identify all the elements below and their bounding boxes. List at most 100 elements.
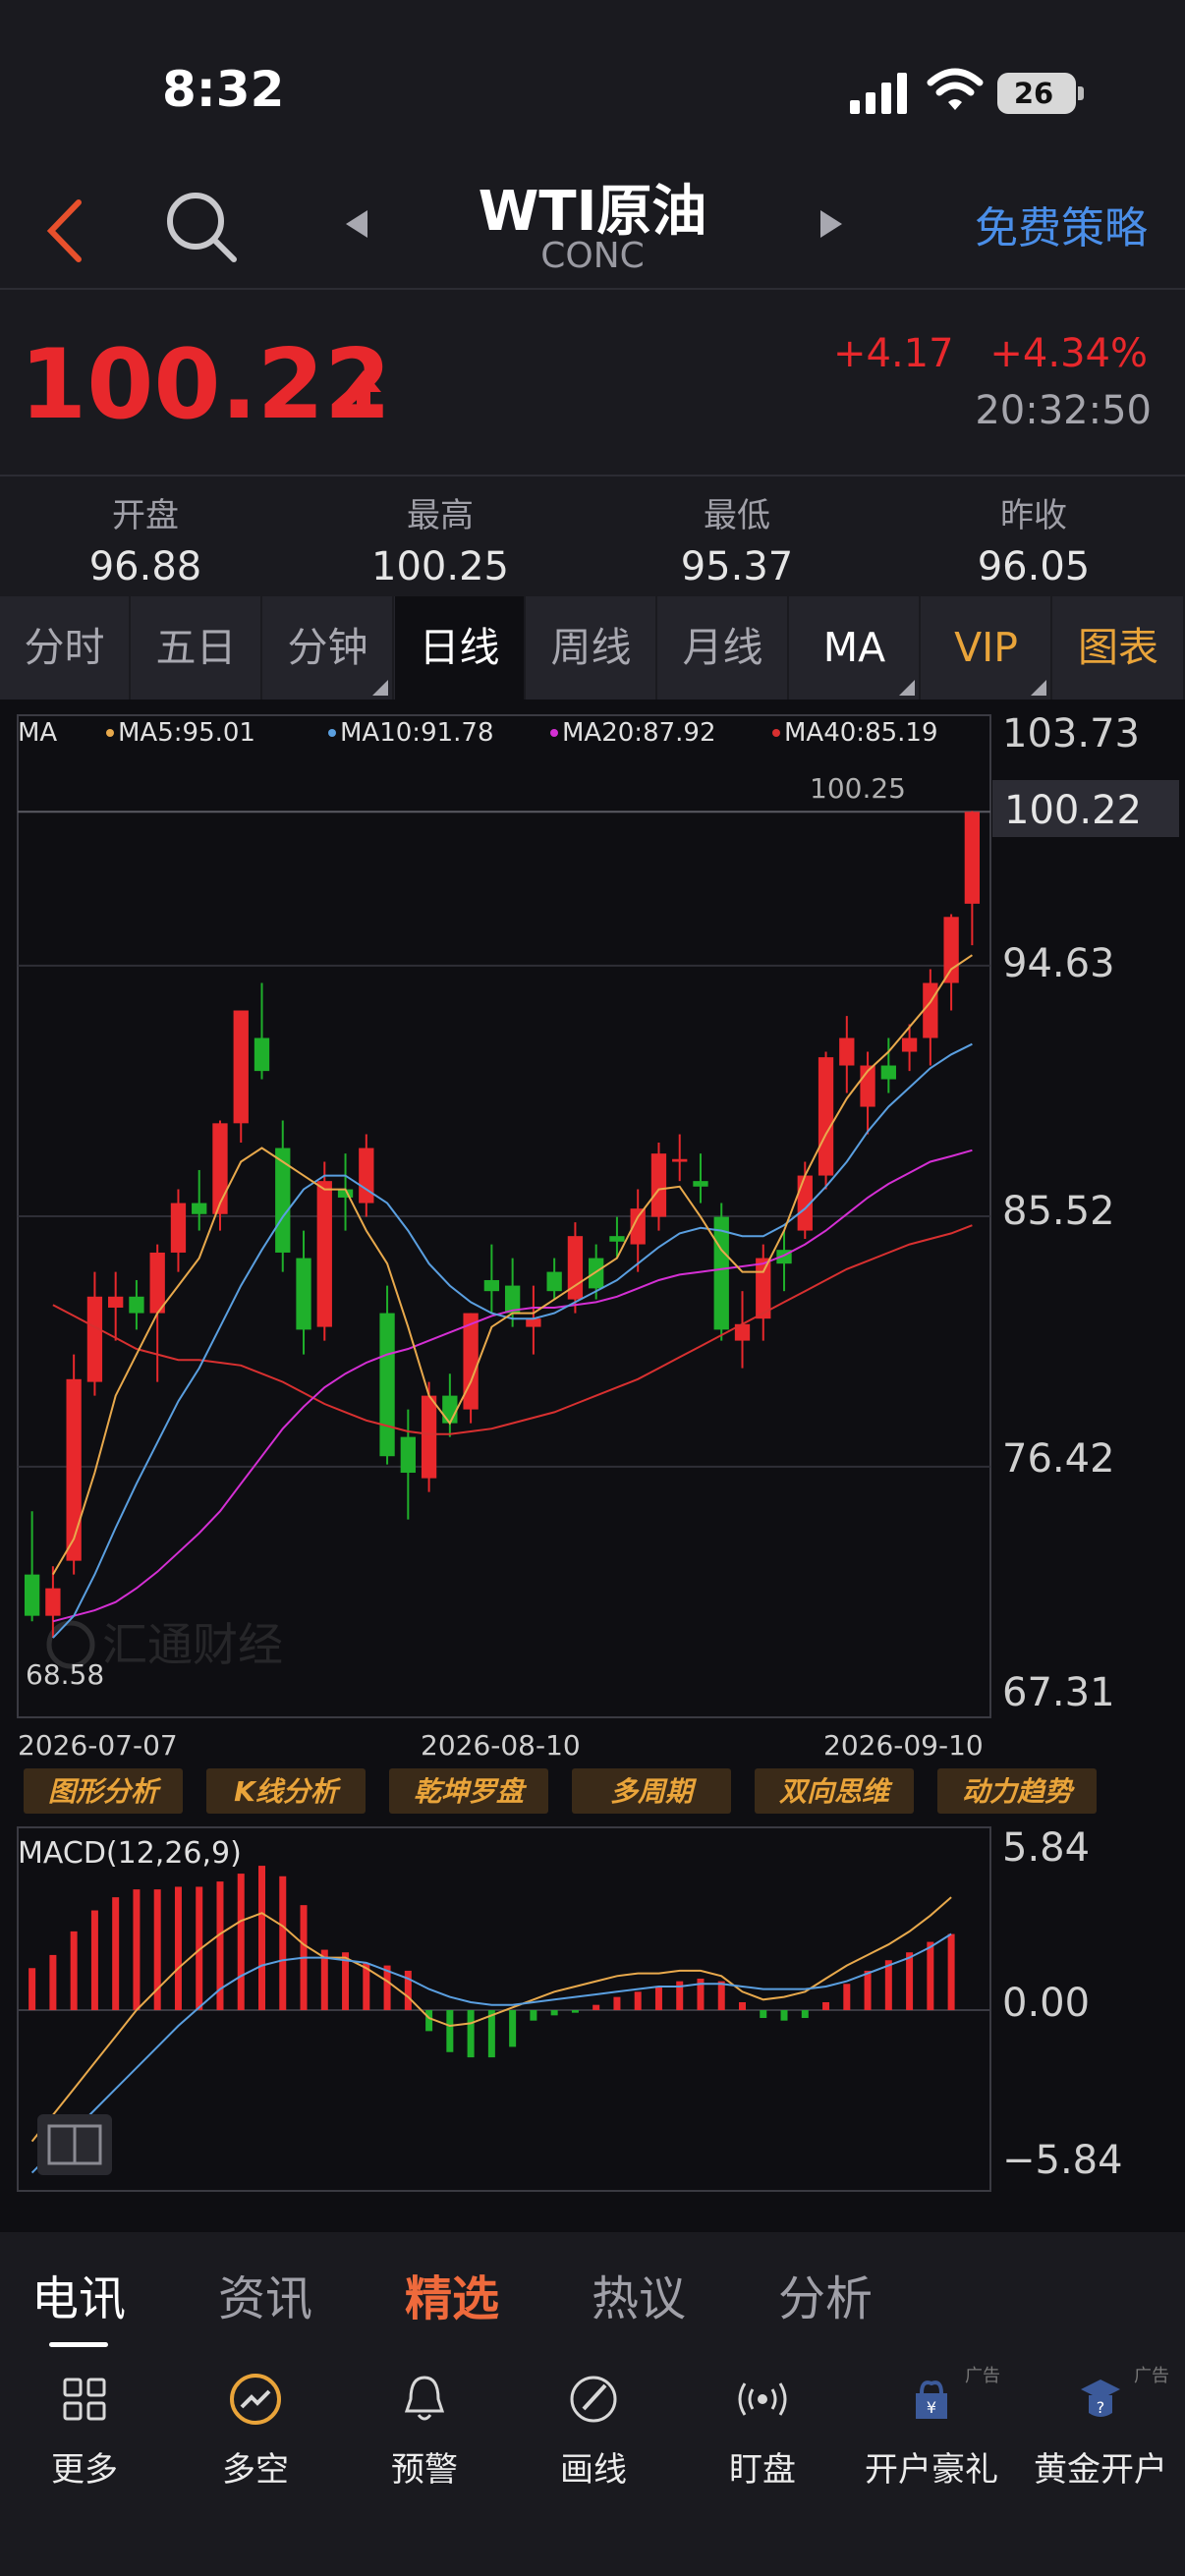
tab-news[interactable]: 资讯 bbox=[218, 2260, 312, 2328]
analysis-button-multi-period[interactable]: 多周期 bbox=[610, 1775, 698, 1808]
macd-histogram-bar bbox=[425, 2010, 433, 2032]
battery-level: 26 bbox=[1013, 77, 1054, 110]
macd-histogram-bar bbox=[279, 1876, 287, 2010]
tab-ma[interactable]: MA bbox=[790, 596, 921, 700]
tool-account-gift[interactable]: 广告 ¥ 开户豪礼 bbox=[853, 2366, 1010, 2491]
analysis-button-kline[interactable]: K线分析 bbox=[234, 1775, 342, 1808]
ma40-legend: MA40:85.19 bbox=[784, 718, 938, 748]
candle-body bbox=[86, 1296, 103, 1382]
stat-value: 96.05 bbox=[977, 544, 1091, 589]
macd-axis-label: 0.00 bbox=[1002, 1981, 1090, 2026]
tool-label: 黄金开户 bbox=[1034, 2450, 1167, 2490]
tab-monthly[interactable]: 月线 bbox=[658, 596, 789, 700]
candle-body bbox=[964, 812, 981, 904]
macd-histogram-bar bbox=[467, 2010, 475, 2058]
tab-label: 分钟 bbox=[287, 624, 368, 671]
fullscreen-toggle-icon[interactable] bbox=[37, 2114, 112, 2175]
macd-histogram-bar bbox=[760, 2010, 767, 2019]
tab-minute[interactable]: 分钟 bbox=[263, 596, 394, 700]
macd-histogram-bar bbox=[654, 1986, 662, 2010]
analysis-button-two-way[interactable]: 双向思维 bbox=[779, 1775, 893, 1808]
candle-body bbox=[233, 1010, 249, 1124]
tool-gold-account[interactable]: 广告 ? 黄金开户 bbox=[1022, 2366, 1179, 2491]
macd-histogram-bar bbox=[739, 2001, 746, 2010]
macd-axis-label: −5.84 bbox=[1002, 2138, 1123, 2183]
tab-featured[interactable]: 精选 bbox=[405, 2260, 499, 2328]
tab-analysis[interactable]: 分析 bbox=[778, 2260, 873, 2328]
tab-discussion[interactable]: 热议 bbox=[592, 2260, 686, 2328]
candle-body bbox=[650, 1153, 667, 1217]
next-instrument-icon[interactable] bbox=[811, 204, 850, 244]
daily-stats: 开盘 96.88 最高 100.25 最低 95.37 昨收 96.05 bbox=[0, 478, 1185, 594]
ma20-legend: MA20:87.92 bbox=[562, 718, 716, 748]
tool-more[interactable]: 更多 bbox=[6, 2370, 163, 2491]
high-price-label: 100.25 bbox=[810, 772, 906, 805]
top-nav: WTI原油 CONC 免费策略 bbox=[0, 167, 1185, 290]
candle-body bbox=[463, 1313, 479, 1410]
candle-body bbox=[45, 1588, 61, 1616]
instrument-title: WTI原油 bbox=[478, 180, 707, 244]
back-icon[interactable] bbox=[41, 196, 90, 265]
price-axis-label: 67.31 bbox=[1002, 1670, 1115, 1715]
gold-account-icon: ? bbox=[1081, 2380, 1120, 2417]
tab-telegraph[interactable]: 电讯 bbox=[31, 2260, 126, 2328]
candle-body bbox=[24, 1574, 40, 1616]
candle-body bbox=[254, 1037, 270, 1072]
tab-vip[interactable]: VIP bbox=[922, 596, 1052, 700]
candle-body bbox=[880, 1065, 896, 1080]
tool-long-short[interactable]: 多空 bbox=[177, 2370, 334, 2491]
tool-draw-line[interactable]: 画线 bbox=[515, 2370, 672, 2491]
stat-value: 95.37 bbox=[680, 544, 794, 589]
date-label: 2026-09-10 bbox=[823, 1729, 984, 1762]
tab-five-day[interactable]: 五日 bbox=[132, 596, 262, 700]
macd-histogram-bar bbox=[717, 1981, 725, 2010]
cellular-signal-icon bbox=[850, 73, 907, 114]
grid-lines bbox=[18, 811, 990, 1468]
broadcast-icon bbox=[738, 2382, 787, 2416]
tool-label: 盯盘 bbox=[729, 2450, 796, 2490]
macd-histogram-bar bbox=[613, 1996, 621, 2010]
quote-time: 20:32:50 bbox=[975, 388, 1152, 433]
analysis-buttons: 图形分析 K线分析 乾坤罗盘 多周期 双向思维 动力趋势 bbox=[24, 1768, 1097, 1814]
tab-weekly[interactable]: 周线 bbox=[527, 596, 657, 700]
candlestick-chart[interactable]: 汇通财经 MA MA5:95.01 MA10:91.78 MA20:87.92 … bbox=[0, 700, 1185, 2232]
free-strategy-link[interactable]: 免费策略 bbox=[975, 193, 1148, 255]
tab-daily[interactable]: 日线 bbox=[395, 596, 526, 700]
dropdown-corner-icon bbox=[1031, 680, 1046, 696]
macd-histogram-bar bbox=[927, 1941, 934, 2010]
price-axis-label: 94.63 bbox=[1002, 941, 1115, 986]
analysis-button-pattern[interactable]: 图形分析 bbox=[48, 1775, 162, 1808]
tool-alert[interactable]: 预警 bbox=[346, 2370, 503, 2491]
analysis-button-compass[interactable]: 乾坤罗盘 bbox=[414, 1775, 528, 1808]
tab-label: MA bbox=[822, 624, 886, 671]
analysis-button-momentum[interactable]: 动力趋势 bbox=[962, 1775, 1075, 1808]
candle-body bbox=[546, 1271, 562, 1292]
candle-body bbox=[129, 1296, 144, 1314]
macd-histogram-bar bbox=[864, 1970, 872, 2010]
tool-label: 多空 bbox=[222, 2450, 289, 2490]
candle-body bbox=[192, 1203, 207, 1214]
dropdown-corner-icon bbox=[899, 680, 915, 696]
tab-chart[interactable]: 图表 bbox=[1053, 596, 1185, 700]
candles bbox=[24, 811, 981, 1639]
macd-histogram-bar bbox=[906, 1952, 914, 2010]
low-price-label: 68.58 bbox=[26, 1658, 104, 1691]
chart-area[interactable]: 汇通财经 MA MA5:95.01 MA10:91.78 MA20:87.92 … bbox=[0, 700, 1185, 2232]
candle-body bbox=[818, 1057, 834, 1176]
candle-body bbox=[359, 1148, 374, 1204]
tab-label: VIP bbox=[954, 624, 1018, 671]
stat-low: 最低 95.37 bbox=[629, 488, 845, 589]
stat-prev-close: 昨收 96.05 bbox=[926, 488, 1142, 589]
candle-body bbox=[839, 1037, 855, 1066]
tool-watch[interactable]: 盯盘 bbox=[684, 2370, 841, 2491]
search-icon[interactable] bbox=[163, 189, 240, 265]
candle-body bbox=[275, 1148, 291, 1253]
ma10-legend: MA10:91.78 bbox=[340, 718, 494, 748]
macd-histogram-bar bbox=[884, 1960, 892, 2010]
tab-intraday[interactable]: 分时 bbox=[0, 596, 131, 700]
ma20-line bbox=[52, 1148, 973, 1623]
tool-label: 预警 bbox=[391, 2450, 458, 2490]
macd-histogram-bar bbox=[571, 2010, 579, 2013]
tool-label: 画线 bbox=[560, 2450, 627, 2490]
bell-icon bbox=[404, 2376, 445, 2421]
